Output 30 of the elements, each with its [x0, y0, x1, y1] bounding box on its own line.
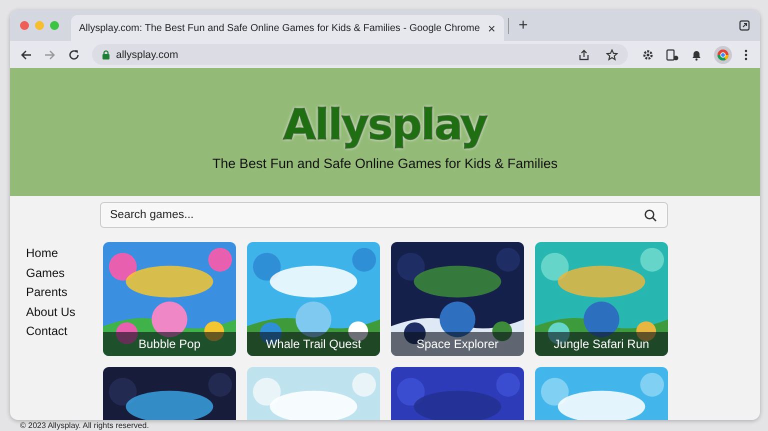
new-tab-button[interactable]: + — [512, 18, 534, 34]
game-title[interactable]: Space Explorer — [391, 332, 524, 356]
game-title[interactable]: Jungle Safari Run — [535, 332, 668, 356]
search-field[interactable]: Search games... — [100, 202, 668, 228]
game-title[interactable]: Whale Trail Quest — [247, 332, 380, 356]
tab-title: Allysplay.com: The Best Fun and Safe Online Games for Kids & Families - Google Chrome — [79, 22, 480, 34]
address-bar[interactable]: allysplay.com — [92, 44, 628, 65]
nav-link[interactable]: About Us — [26, 304, 103, 320]
menu-icon[interactable] — [744, 48, 748, 60]
tagline: The Best Fun and Safe Online Games for Kids & Families — [212, 156, 558, 170]
game-title[interactable]: Bubble Pop — [103, 332, 236, 356]
nav-link[interactable]: Games — [26, 266, 103, 281]
share-icon[interactable] — [578, 48, 590, 60]
browser-tab[interactable]: Allysplay.com: The Best Fun and Safe Online Games for Kids & Families - Google Chrome × — [71, 15, 504, 41]
url-text: allysplay.com — [116, 48, 178, 60]
copyright-text: © 2023 Allysplay. All rights reserved. — [19, 420, 150, 430]
nav-link[interactable]: Contact — [26, 324, 103, 340]
nav-link[interactable]: Home — [26, 246, 103, 262]
bell-icon[interactable] — [691, 48, 702, 60]
profile-avatar-icon[interactable] — [714, 46, 732, 64]
search-icon[interactable] — [644, 209, 657, 222]
window-icon[interactable] — [739, 20, 750, 31]
device-icon[interactable] — [666, 48, 679, 60]
star-icon[interactable] — [606, 48, 618, 60]
reload-icon[interactable] — [68, 48, 80, 60]
nav-link[interactable]: Parents — [26, 285, 103, 300]
gear-icon[interactable] — [642, 48, 654, 60]
tab-close-button[interactable]: × — [486, 22, 498, 34]
back-icon[interactable] — [20, 48, 32, 60]
lock-icon — [102, 50, 110, 60]
